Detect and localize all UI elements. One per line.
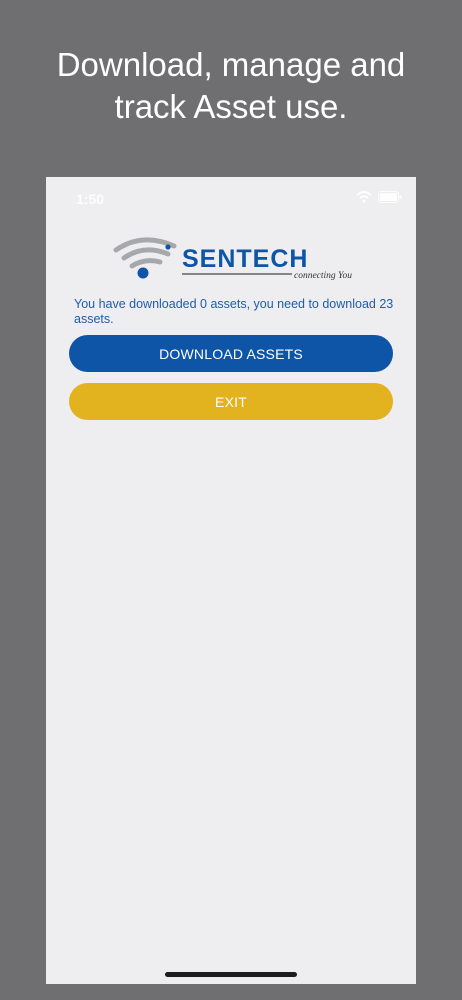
status-time: 1:50 <box>76 191 105 207</box>
status-icons <box>356 191 402 203</box>
phone-screen: 1:50 SENTECH connecting You You have dow… <box>46 177 416 984</box>
home-indicator[interactable] <box>165 972 297 977</box>
wifi-icon <box>356 191 372 203</box>
promo-headline: Download, manage and track Asset use. <box>0 44 462 128</box>
status-bar: 1:50 <box>46 177 416 221</box>
sentech-logo-icon: SENTECH connecting You <box>113 237 352 281</box>
download-status-message: You have downloaded 0 assets, you need t… <box>74 297 394 326</box>
exit-button[interactable]: EXIT <box>69 383 393 420</box>
logo-brand-text: SENTECH <box>182 245 308 273</box>
logo-tagline-text: connecting You <box>294 271 352 281</box>
battery-icon <box>378 191 402 203</box>
promo-headline-line-1: Download, manage and <box>56 46 406 83</box>
promo-headline-line-2: track Asset use. <box>114 88 348 125</box>
download-assets-button[interactable]: DOWNLOAD ASSETS <box>69 335 393 372</box>
sentech-logo: SENTECH connecting You <box>112 234 352 284</box>
